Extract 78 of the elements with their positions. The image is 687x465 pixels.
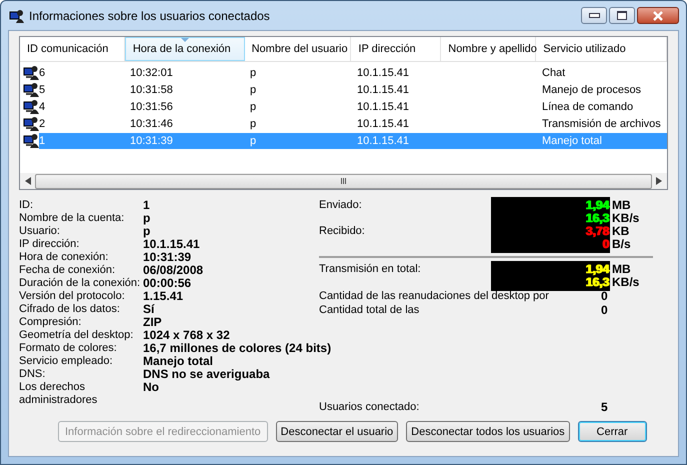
field-label: Cifrado de los datos: (19, 303, 121, 316)
unit-label: B/s (612, 238, 632, 251)
field-label: DNS: (19, 368, 46, 381)
traffic-value: 0 (602, 238, 610, 251)
field-label: IP dirección: (19, 238, 80, 251)
minimize-button[interactable] (581, 7, 607, 24)
field-label: Fecha de conexión: (19, 264, 116, 277)
field-value: No (143, 381, 159, 396)
field-value: 10.1.15.41 (143, 238, 200, 251)
column-header[interactable]: Hora de la conexión (124, 37, 245, 61)
traffic-value: 1,94 (586, 263, 610, 276)
field-value: 10:31:39 (143, 251, 192, 264)
field-value: Sí (143, 303, 154, 316)
field-label: Geometría del desktop: (19, 329, 134, 342)
user-computer-icon (23, 116, 39, 131)
field-value: 06/08/2008 (143, 264, 204, 277)
field-value: p (143, 212, 150, 225)
horizontal-scrollbar[interactable] (20, 173, 667, 189)
dialog-button[interactable]: Desconectar todos los usuarios (406, 421, 570, 442)
close-button[interactable] (637, 7, 679, 24)
field-label: Versión del protocolo: (19, 290, 126, 303)
field-value: Manejo total (143, 355, 214, 368)
window-title: Informaciones sobre los usuarios conectados (29, 8, 270, 22)
unit-label: MB (612, 199, 632, 212)
traffic-label: Enviado: (319, 199, 363, 213)
column-header[interactable]: Nombre y apellido (441, 37, 536, 61)
dialog-button[interactable]: Cerrar (578, 421, 647, 442)
field-label: Nombre de la cuenta: (19, 212, 126, 225)
user-computer-icon (23, 133, 39, 148)
users-icon (9, 8, 25, 24)
close-icon (652, 10, 664, 20)
scroll-left-icon[interactable] (25, 177, 31, 185)
column-header[interactable]: Servicio utilizado (536, 37, 668, 61)
column-header[interactable]: IP dirección (351, 37, 442, 61)
count-value: 0 (601, 290, 608, 303)
field-label: Hora de conexión: (19, 251, 110, 264)
unit-label: KB/s (612, 212, 640, 225)
traffic-label: Transmisión en total: (319, 263, 422, 277)
column-header[interactable]: Nombre del usuario (244, 37, 352, 61)
field-label: Usuario: (19, 225, 61, 238)
field-label: Los derechos administradores (19, 381, 98, 407)
list-row[interactable]: 5 10:31:58 p 10.1.15.41 Manejo de procesos (39, 82, 667, 98)
field-label: Formato de colores: (19, 342, 118, 355)
list-row[interactable]: 4 10:31:56 p 10.1.15.41 Línea de comando (39, 98, 667, 114)
field-value: 16,7 millones de colores (24 bits) (143, 342, 332, 355)
field-value: DNS no se averiguaba (143, 368, 270, 381)
field-value: 1 (143, 199, 150, 212)
field-label: Duración de la conexión: (19, 277, 142, 290)
dialog-button[interactable]: Desconectar el usuario (276, 421, 398, 442)
traffic-value: 1,94 (586, 199, 610, 212)
field-label: Compresión: (19, 316, 82, 329)
field-label: ID: (19, 199, 34, 212)
field-value: 1.15.41 (143, 290, 184, 303)
count-label: Usuarios conectado: (319, 401, 420, 414)
count-value: 5 (601, 401, 608, 414)
field-value: ZIP (143, 316, 162, 329)
traffic-value: 3,78 (586, 225, 610, 238)
unit-label: KB (612, 225, 630, 238)
sort-arrow-icon (180, 38, 189, 42)
scroll-right-icon[interactable] (656, 177, 662, 185)
traffic-value: 16,3 (586, 276, 610, 289)
traffic-label: Recibido: (319, 225, 366, 239)
field-label: Servicio empleado: (19, 355, 114, 368)
user-computer-icon (23, 99, 39, 114)
field-value: p (143, 225, 150, 238)
unit-label: MB (612, 263, 632, 276)
count-value: 0 (601, 304, 608, 317)
user-computer-icon (23, 65, 39, 80)
unit-label: KB/s (612, 276, 640, 289)
field-value: 00:00:56 (143, 277, 192, 290)
field-value: 1024 x 768 x 32 (143, 329, 230, 342)
count-label: Cantidad de las reanudaciones del desktop por (319, 290, 550, 303)
count-label: Cantidad total de las (319, 304, 420, 317)
user-computer-icon (23, 82, 39, 97)
list-row[interactable]: 6 10:32:01 p 10.1.15.41 Chat (39, 64, 667, 80)
maximize-button[interactable] (609, 7, 635, 24)
traffic-value: 16,3 (586, 212, 610, 225)
list-row[interactable]: 2 10:31:46 p 10.1.15.41 Transmisión de archivos (39, 116, 667, 132)
